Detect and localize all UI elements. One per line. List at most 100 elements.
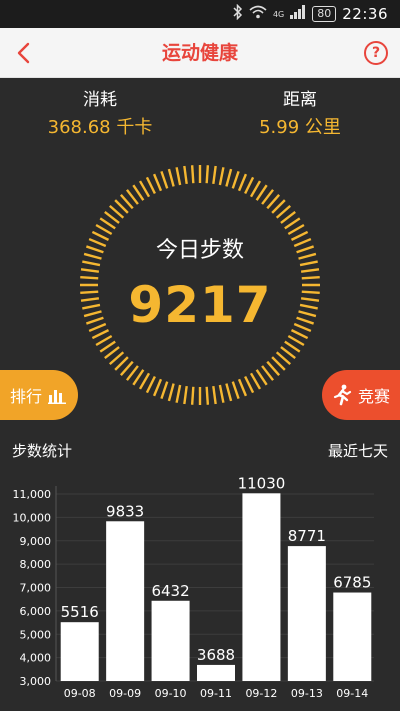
y-tick-label: 11,000 <box>13 488 52 501</box>
ring-tick <box>284 217 301 230</box>
bar-09-13 <box>287 546 326 681</box>
ring-tick <box>175 167 182 186</box>
bar-09-14 <box>333 592 372 681</box>
y-tick-label: 10,000 <box>13 511 52 524</box>
app-header: 运动健康 ? <box>0 28 400 78</box>
ring-tick <box>138 180 151 198</box>
step-stats-title: 步数统计 <box>12 442 73 460</box>
back-button[interactable] <box>10 38 40 68</box>
x-tick-label: 09-09 <box>109 687 141 700</box>
x-tick-label: 09-14 <box>336 687 368 700</box>
distance-label: 距离 <box>283 90 317 110</box>
ring-tick <box>145 176 156 195</box>
ring-tick <box>80 268 100 273</box>
bluetooth-icon <box>233 3 243 24</box>
runner-icon <box>333 384 352 406</box>
ranking-button[interactable]: 排行 <box>0 370 78 420</box>
ring-tick <box>152 378 163 397</box>
ring-tick <box>255 369 268 386</box>
bar-value-label: 6785 <box>333 574 371 592</box>
battery-indicator: 80 <box>312 6 337 22</box>
x-tick-label: 09-12 <box>245 687 277 700</box>
y-tick-label: 8,000 <box>20 558 52 571</box>
ring-tick <box>190 165 195 184</box>
bar-09-09 <box>106 521 145 681</box>
ring-tick <box>205 165 210 184</box>
y-tick-label: 7,000 <box>20 582 52 595</box>
bar-value-label: 6432 <box>151 582 189 600</box>
chevron-left-icon <box>17 42 30 64</box>
race-label: 竞赛 <box>358 387 391 406</box>
range-selector[interactable]: 最近七天 <box>328 440 388 461</box>
ring-tick <box>183 385 188 405</box>
ring-tick <box>287 334 305 347</box>
ring-tick <box>99 217 116 230</box>
status-bar: 4G 80 22:36 <box>0 0 400 28</box>
page-title: 运动健康 <box>161 42 238 64</box>
ring-tick <box>132 369 145 386</box>
ring-tick <box>225 383 233 402</box>
wifi-icon <box>249 5 267 23</box>
ring-tick <box>231 170 240 189</box>
ring-tick <box>212 165 217 185</box>
ring-tick <box>255 184 268 201</box>
ring-tick <box>175 384 182 403</box>
y-tick-label: 9,000 <box>20 535 52 548</box>
ring-tick <box>244 375 255 394</box>
ring-tick <box>212 385 217 405</box>
y-tick-label: 3,000 <box>20 675 52 688</box>
ring-tick <box>167 168 175 187</box>
ring-tick <box>160 381 169 400</box>
calories-label: 消耗 <box>83 90 117 110</box>
ring-tick <box>132 184 145 201</box>
ring-tick <box>152 173 163 192</box>
status-time: 22:36 <box>342 5 388 23</box>
ring-tick <box>218 167 225 186</box>
x-tick-label: 09-13 <box>291 687 323 700</box>
bar-value-label: 3688 <box>197 646 235 664</box>
bar-09-12 <box>242 493 281 681</box>
calories-value: 368.68 千卡 <box>47 117 153 138</box>
distance-value: 5.99 公里 <box>259 117 341 138</box>
ring-tick <box>138 372 151 390</box>
x-tick-label: 09-08 <box>64 687 96 700</box>
ring-tick <box>95 334 113 347</box>
ring-tick <box>249 180 262 198</box>
bar-09-10 <box>151 600 190 681</box>
today-steps-label: 今日步数 <box>155 238 244 263</box>
race-button[interactable]: 竞赛 <box>322 370 400 420</box>
calories-stat: 消耗 368.68 千卡 <box>0 88 200 142</box>
y-tick-label: 5,000 <box>20 628 52 641</box>
bar-chart-icon <box>48 390 67 404</box>
y-tick-label: 4,000 <box>20 652 52 665</box>
bar-09-08 <box>60 622 99 681</box>
help-button[interactable]: ? <box>364 41 388 65</box>
distance-stat: 距离 5.99 公里 <box>200 88 400 142</box>
y-tick-label: 6,000 <box>20 605 52 618</box>
steps-bar-chart: 3,000 4,000 5,000 6,000 7,000 8,000 9,000 10,00… <box>13 474 374 700</box>
bar-value-label: 11030 <box>238 474 286 492</box>
ring-tick <box>284 340 301 353</box>
ring-tick <box>237 378 248 397</box>
status-bar-icons: 4G 80 22:36 <box>233 3 388 24</box>
ring-tick <box>160 170 169 189</box>
ring-tick <box>167 383 175 402</box>
bar-value-label: 8771 <box>288 527 326 545</box>
ranking-label: 排行 <box>10 387 43 406</box>
today-steps-value: 9217 <box>128 276 272 334</box>
ring-tick <box>231 381 240 400</box>
ring-tick <box>237 173 248 192</box>
x-tick-label: 09-10 <box>155 687 187 700</box>
ring-tick <box>183 165 188 185</box>
ring-tick <box>99 340 116 353</box>
bar-09-11 <box>197 664 235 681</box>
bar-value-label: 5516 <box>61 603 99 621</box>
signal-icon <box>290 5 306 23</box>
ring-tick <box>244 176 255 195</box>
ring-tick <box>300 268 320 273</box>
x-tick-label: 09-11 <box>200 687 232 700</box>
network-4g-label: 4G <box>272 9 285 19</box>
ring-tick <box>190 386 195 405</box>
ring-tick <box>218 384 225 403</box>
ring-tick <box>145 375 156 394</box>
